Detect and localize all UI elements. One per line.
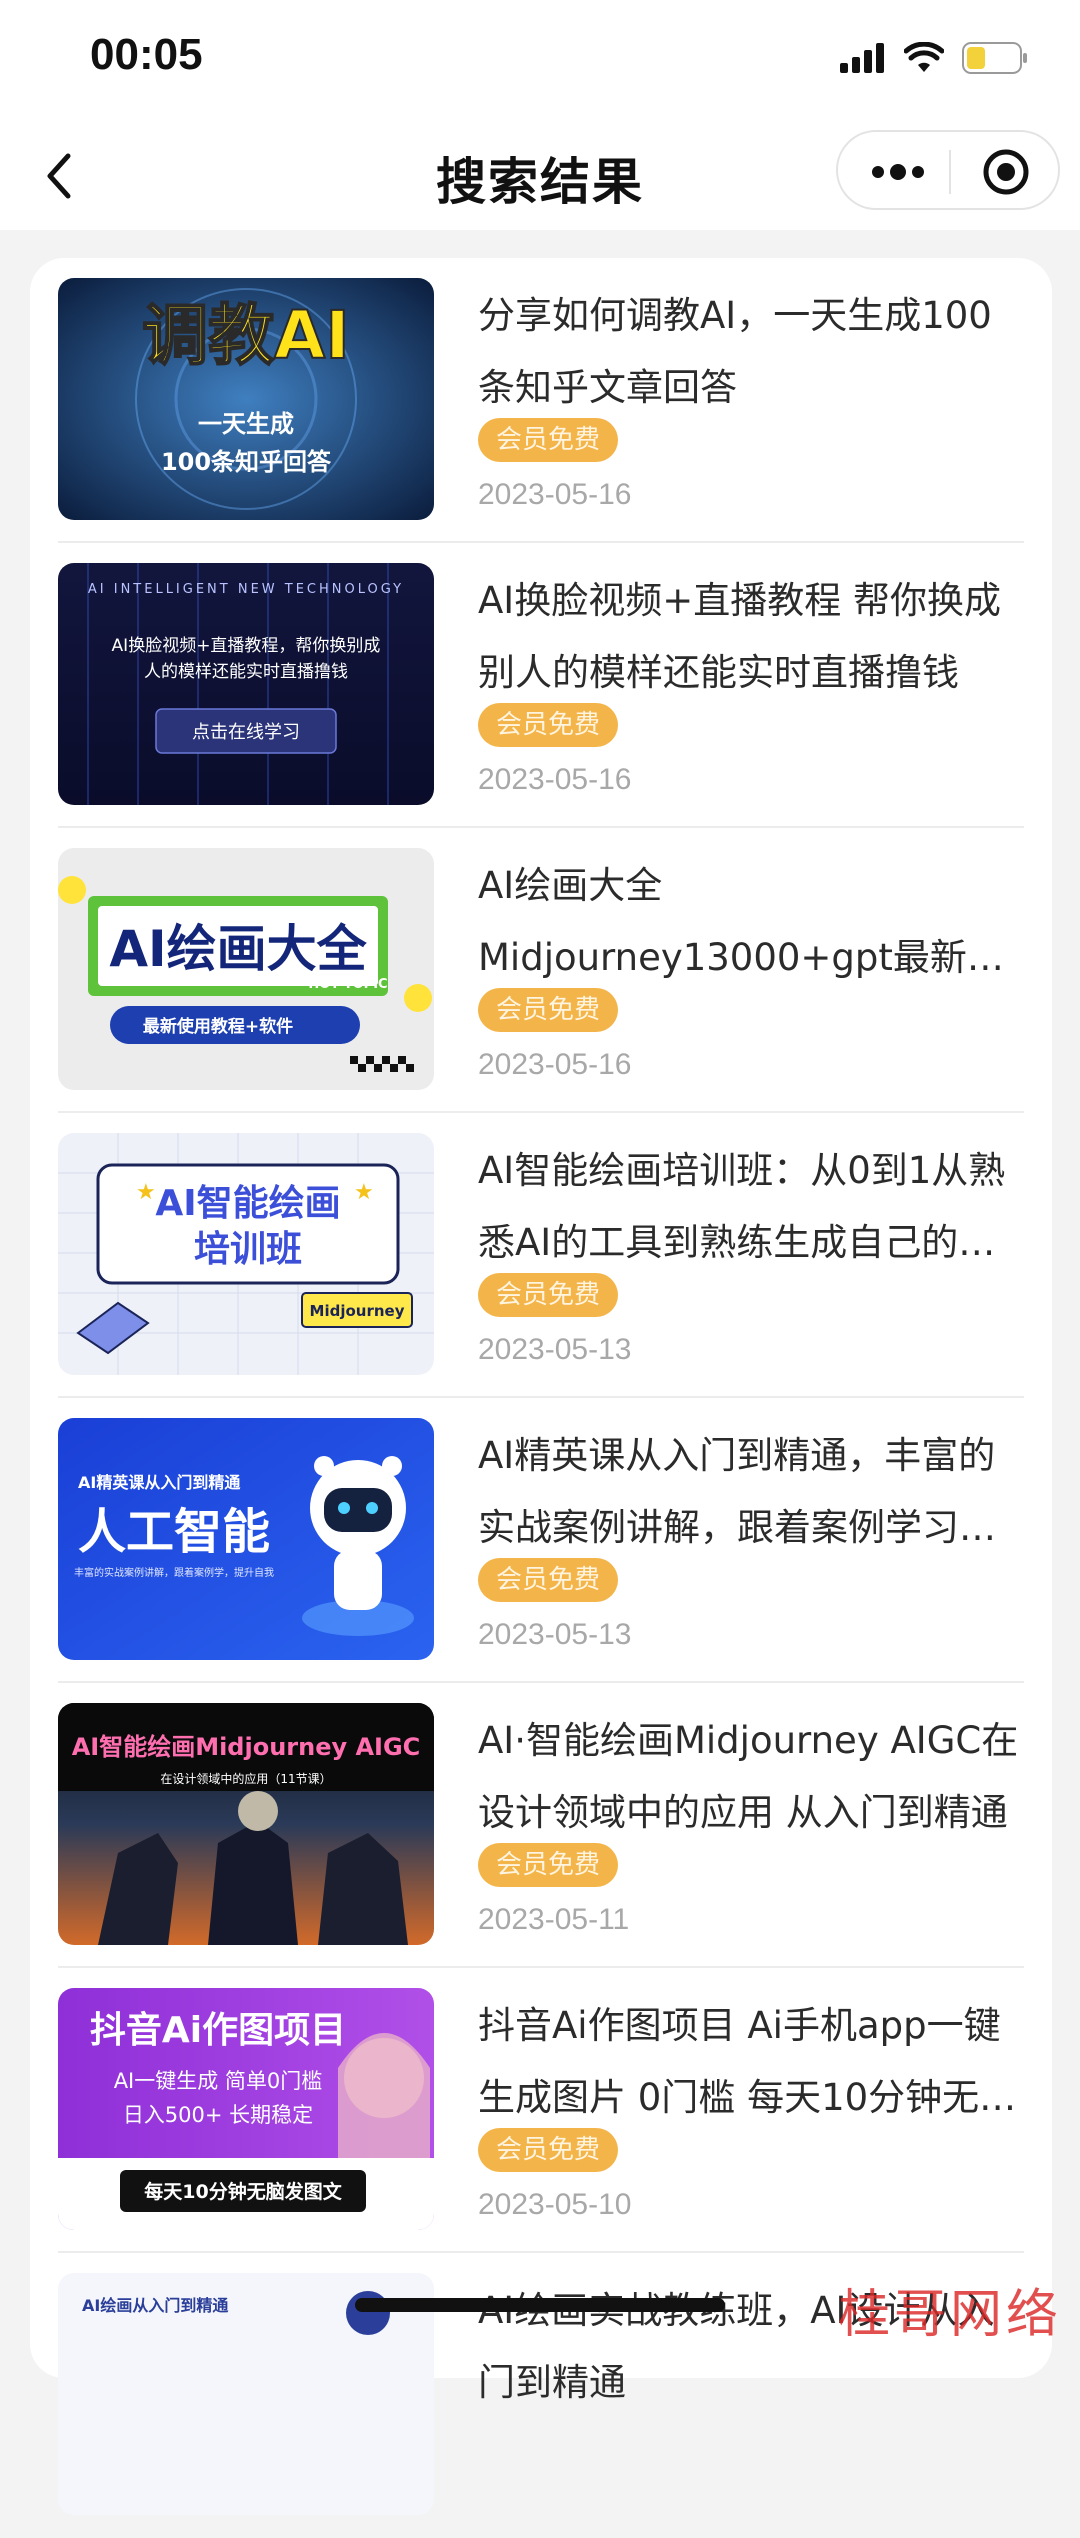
thumb-line-3: 日入500+ 长期稳定: [123, 2103, 313, 2127]
thumb-line-1: AI INTELLIGENT NEW TECHNOLOGY: [88, 582, 404, 597]
wifi-icon: [904, 42, 944, 72]
thumb-line-1: 调教AI: [142, 297, 350, 374]
item-date: 2023-05-16: [478, 763, 632, 796]
thumb-line-2: 在设计领域中的应用（11节课）: [160, 1771, 331, 1786]
battery-icon: [962, 42, 1027, 74]
member-free-badge: 会员免费: [478, 1558, 619, 1602]
item-date: 2023-05-13: [478, 1333, 632, 1366]
thumb-button: 点击在线学习: [192, 722, 300, 743]
capsule-divider: [949, 150, 951, 194]
thumb-line-3: 人的模样还能实时直播撸钱: [144, 662, 348, 682]
item-date: 2023-05-16: [478, 1048, 632, 1081]
watermark: 桂哥网络: [837, 2285, 1062, 2345]
item-date: 2023-05-11: [478, 1903, 630, 1936]
thumb-line-1: 抖音Ai作图项目: [90, 2010, 346, 2051]
thumb-line-2: 人工智能: [78, 1504, 270, 1560]
member-free-badge: 会员免费: [478, 1273, 619, 1317]
list-item[interactable]: AI INTELLIGENT NEW TECHNOLOGY AI换脸视频+直播教…: [58, 543, 1024, 828]
thumb-line-1: AI精英课从入门到精通: [78, 1473, 240, 1492]
thumb-line-1: AI绘画从入门到精通: [82, 2296, 228, 2315]
thumbnail[interactable]: AI智能绘画Midjourney AIGC 在设计领域中的应用（11节课）: [58, 1703, 434, 1945]
member-free-badge: 会员免费: [478, 2128, 619, 2172]
item-date: 2023-05-13: [478, 1618, 632, 1651]
item-title[interactable]: AI换脸视频+直播教程 帮你换成别人的模样还能实时直播撸钱: [478, 565, 1028, 709]
status-time: 00:05: [90, 30, 203, 79]
list-item[interactable]: 调教AI 一天生成 100条知乎回答 分享如何调教AI，一天生成100条知乎文章…: [58, 258, 1024, 543]
member-free-badge: 会员免费: [478, 703, 619, 747]
result-list: 调教AI 一天生成 100条知乎回答 分享如何调教AI，一天生成100条知乎文章…: [30, 258, 1052, 2515]
thumb-line-2: 培训班: [194, 1229, 302, 1270]
status-icons: [840, 38, 1028, 78]
item-date: 2023-05-16: [478, 478, 632, 511]
thumb-line-1: AI绘画大全: [109, 920, 367, 978]
member-free-badge: 会员免费: [478, 988, 619, 1032]
thumb-line-3: 丰富的实战案例讲解，跟着案例学，提升自我: [74, 1566, 274, 1579]
status-bar: 00:05: [0, 0, 1080, 120]
thumbnail[interactable]: AI智能绘画 培训班 ★ ★ Midjourney: [58, 1133, 434, 1375]
item-title[interactable]: AI绘画大全Midjourney13000+gpt最新注册教程: [478, 850, 1028, 994]
thumb-line-3: 最新使用教程+软件: [143, 1016, 293, 1037]
thumbnail[interactable]: AI精英课从入门到精通 人工智能 丰富的实战案例讲解，跟着案例学，提升自我: [58, 1418, 434, 1660]
thumb-line-2: AI一键生成 简单0门槛: [114, 2069, 323, 2093]
item-title[interactable]: 抖音Ai作图项目 Ai手机app一键生成图片 0门槛 每天10分钟无脑发图文: [478, 1990, 1028, 2134]
signal-icon: [840, 43, 884, 73]
thumb-line-2: HOT TOPIC: [308, 977, 387, 992]
svg-text:★: ★: [136, 1180, 156, 1205]
thumb-line-1: AI智能绘画Midjourney AIGC: [72, 1733, 421, 1761]
thumbnail[interactable]: AI绘画大全 HOT TOPIC 最新使用教程+软件: [58, 848, 434, 1090]
thumb-button: 每天10分钟无脑发图文: [144, 2180, 342, 2203]
item-date: 2023-05-10: [478, 2188, 632, 2221]
thumb-line-3: Midjourney: [310, 1302, 405, 1320]
svg-text:★: ★: [354, 1180, 374, 1205]
home-indicator: [355, 2298, 725, 2312]
thumbnail[interactable]: 调教AI 一天生成 100条知乎回答: [58, 278, 434, 520]
thumb-line-3: 100条知乎回答: [161, 448, 332, 476]
item-title[interactable]: AI精英课从入门到精通，丰富的实战案例讲解，跟着案例学习提升自我: [478, 1420, 1028, 1564]
nav-bar: 搜索结果: [0, 120, 1080, 230]
list-item[interactable]: AI智能绘画Midjourney AIGC 在设计领域中的应用（11节课） AI…: [58, 1683, 1024, 1968]
close-target-icon[interactable]: [982, 148, 1030, 196]
item-title[interactable]: AI·智能绘画Midjourney AIGC在设计领域中的应用 从入门到精通: [478, 1705, 1028, 1849]
item-title[interactable]: AI智能绘画培训班：从0到1从熟悉AI的工具到熟练生成自己的作品: [478, 1135, 1028, 1279]
thumbnail[interactable]: 抖音Ai作图项目 AI一键生成 简单0门槛 日入500+ 长期稳定 每天10分钟…: [58, 1988, 434, 2230]
item-title[interactable]: 分享如何调教AI，一天生成100条知乎文章回答: [478, 280, 1028, 424]
more-icon[interactable]: [868, 154, 928, 190]
thumb-line-2: 一天生成: [198, 410, 294, 438]
list-item[interactable]: 抖音Ai作图项目 AI一键生成 简单0门槛 日入500+ 长期稳定 每天10分钟…: [58, 1968, 1024, 2253]
mini-program-capsule: [836, 130, 1060, 210]
thumb-line-2: AI换脸视频+直播教程，帮你换别成: [112, 636, 381, 656]
list-item[interactable]: AI智能绘画 培训班 ★ ★ Midjourney AI智能绘画培训班：从0到1…: [58, 1113, 1024, 1398]
list-item[interactable]: AI精英课从入门到精通 人工智能 丰富的实战案例讲解，跟着案例学，提升自我 AI…: [58, 1398, 1024, 1683]
thumb-line-1: AI智能绘画: [155, 1183, 340, 1224]
member-free-badge: 会员免费: [478, 1843, 619, 1887]
member-free-badge: 会员免费: [478, 418, 619, 462]
thumbnail[interactable]: AI INTELLIGENT NEW TECHNOLOGY AI换脸视频+直播教…: [58, 563, 434, 805]
list-item[interactable]: AI绘画大全 HOT TOPIC 最新使用教程+软件 AI绘画大全Midjour…: [58, 828, 1024, 1113]
